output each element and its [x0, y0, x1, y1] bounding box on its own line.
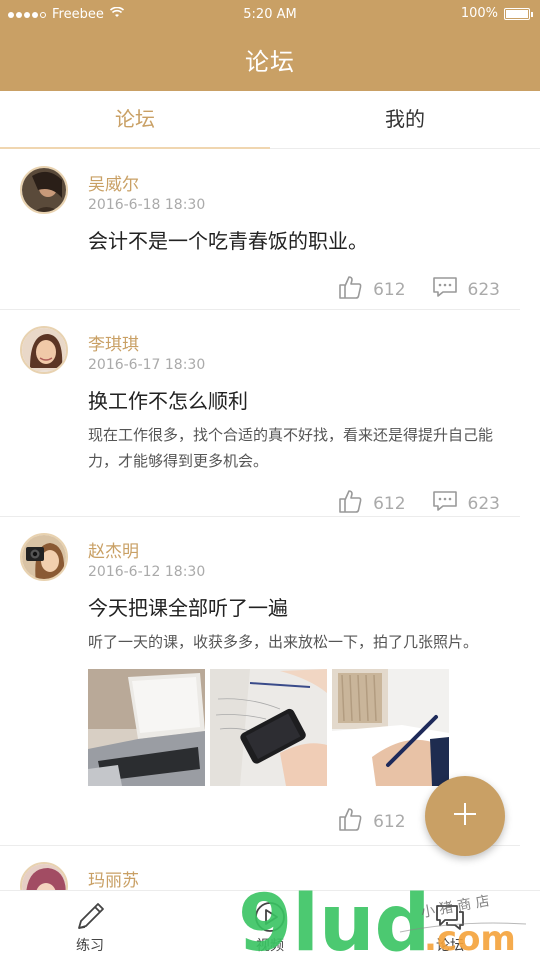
pencil-icon	[0, 899, 180, 935]
post-image-writing[interactable]	[332, 669, 449, 786]
app-header: Freebee 5:20 AM 100% 论坛	[0, 0, 540, 91]
post-title[interactable]: 会计不是一个吃青春饭的职业。	[88, 225, 500, 254]
tab-mine[interactable]: 我的	[270, 91, 540, 148]
like-count: 612	[373, 811, 406, 832]
post-stats: 612 623	[88, 488, 500, 519]
thumbs-up-icon	[337, 274, 363, 305]
avatar[interactable]	[20, 326, 68, 374]
thumbs-up-icon	[337, 488, 363, 519]
post-time: 2016-6-17 18:30	[88, 357, 206, 373]
status-right: 100%	[460, 6, 533, 21]
nav-forum-label: 论坛	[436, 938, 464, 954]
avatar[interactable]	[20, 166, 68, 214]
nav-forum[interactable]: 论坛	[360, 891, 540, 960]
plus-icon	[452, 801, 478, 831]
post-title[interactable]: 今天把课全部听了一遍	[88, 592, 500, 621]
bottom-nav: 练习 视频 论坛	[0, 890, 540, 960]
like-count: 612	[373, 493, 406, 514]
nav-video[interactable]: 视频	[180, 891, 360, 960]
post-body: 吴威尔 2016-6-18 18:30 会计不是一个吃青春饭的职业。 612 6…	[88, 170, 500, 305]
tab-forum[interactable]: 论坛	[0, 91, 270, 149]
like-button[interactable]: 612	[337, 806, 406, 837]
post-time: 2016-6-18 18:30	[88, 197, 206, 213]
post-image-grid	[88, 669, 500, 786]
battery-percent: 100%	[460, 6, 498, 21]
battery-icon	[504, 7, 533, 20]
comment-icon	[432, 275, 458, 304]
author-name[interactable]: 李琪琪	[88, 330, 500, 355]
play-icon	[180, 899, 360, 935]
nav-practice-label: 练习	[76, 938, 104, 954]
post-text: 听了一天的课，收获多多，出来放松一下，拍了几张照片。	[88, 633, 479, 651]
post-image-phone[interactable]	[210, 669, 327, 786]
post-body: 玛丽苏	[88, 866, 500, 890]
tab-bar: 论坛 我的	[0, 91, 540, 149]
forum-screen: Freebee 5:20 AM 100% 论坛 论坛 我的 吴威尔 2016-6…	[0, 0, 540, 960]
chat-icon	[360, 899, 540, 935]
like-button[interactable]: 612	[337, 274, 406, 305]
status-bar: Freebee 5:20 AM 100%	[0, 0, 540, 30]
post-body: 李琪琪 2016-6-17 18:30 换工作不怎么顺利 现在工作很多，找个合适…	[88, 330, 500, 519]
add-post-button[interactable]	[425, 776, 505, 856]
comment-icon	[432, 489, 458, 518]
nav-video-label: 视频	[256, 938, 284, 954]
page-title: 论坛	[245, 48, 295, 76]
comment-count: 623	[467, 279, 500, 300]
post-image-laptop[interactable]	[88, 669, 205, 786]
comment-count: 623	[467, 493, 500, 514]
author-name[interactable]: 赵杰明	[88, 537, 500, 562]
like-button[interactable]: 612	[337, 488, 406, 519]
nav-practice[interactable]: 练习	[0, 891, 180, 960]
post-item[interactable]: 吴威尔 2016-6-18 18:30 会计不是一个吃青春饭的职业。 612 6…	[0, 150, 520, 310]
post-item[interactable]: 李琪琪 2016-6-17 18:30 换工作不怎么顺利 现在工作很多，找个合适…	[0, 310, 520, 517]
post-title[interactable]: 换工作不怎么顺利	[88, 385, 500, 414]
comment-button[interactable]: 623	[432, 488, 500, 519]
post-stats: 612 623	[88, 274, 500, 305]
post-item[interactable]: 玛丽苏	[0, 846, 520, 890]
status-time: 5:20 AM	[243, 7, 297, 22]
like-count: 612	[373, 279, 406, 300]
avatar[interactable]	[20, 862, 68, 890]
thumbs-up-icon	[337, 806, 363, 837]
comment-button[interactable]: 623	[432, 274, 500, 305]
post-text: 现在工作很多，找个合适的真不好找，看来还是得提升自己能力，才能够得到更多机会。	[88, 426, 494, 470]
author-name[interactable]: 玛丽苏	[88, 866, 500, 890]
post-time: 2016-6-12 18:30	[88, 564, 206, 580]
avatar[interactable]	[20, 533, 68, 581]
author-name[interactable]: 吴威尔	[88, 170, 500, 195]
